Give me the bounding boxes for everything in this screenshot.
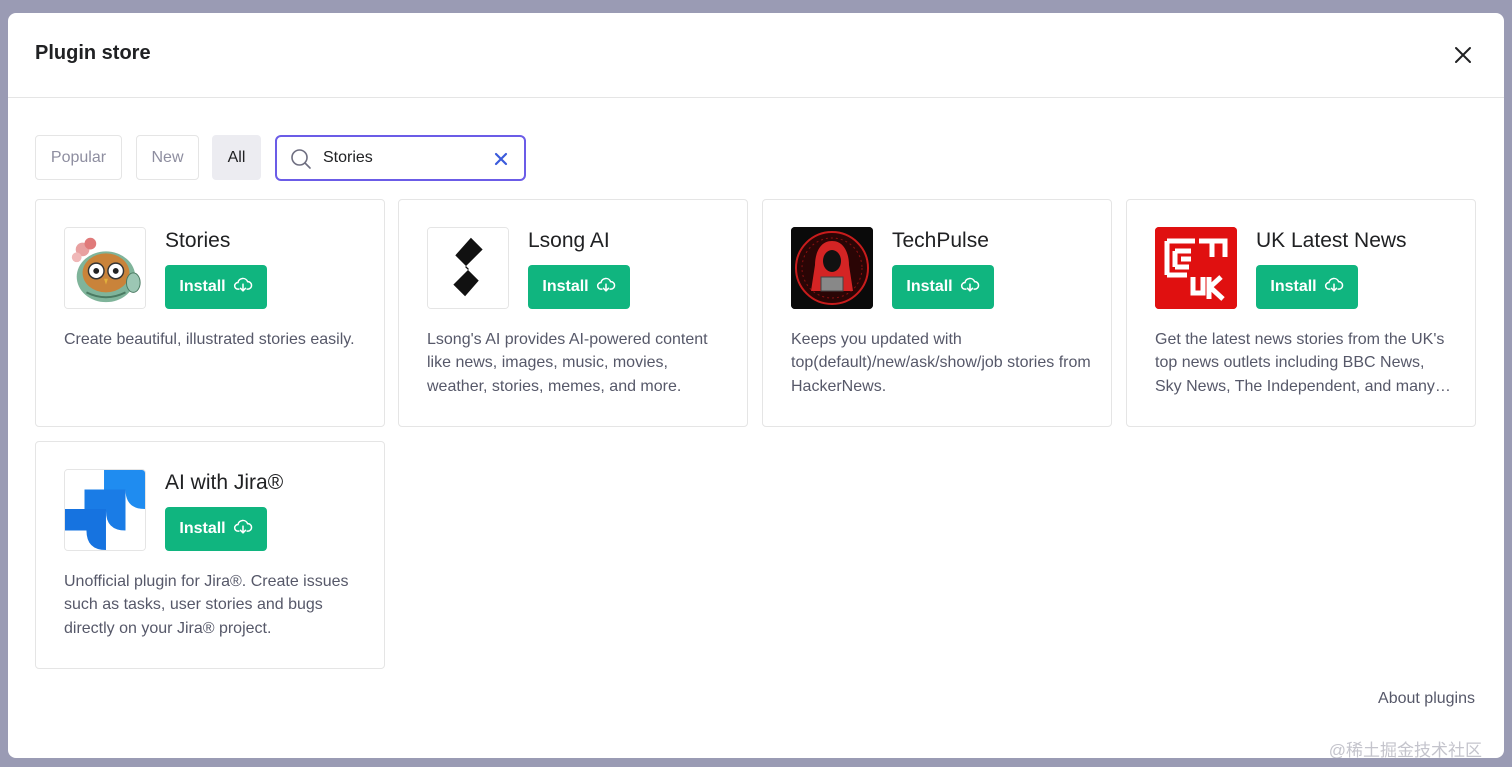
plugin-description: Keeps you updated with top(default)/new/… <box>791 331 1091 395</box>
plugin-name: TechPulse <box>892 229 989 252</box>
cloud-download-icon <box>1324 275 1344 300</box>
clear-icon[interactable] <box>494 152 508 166</box>
install-label: Install <box>906 278 953 295</box>
filter-new-button[interactable]: New <box>136 135 199 180</box>
install-button[interactable]: Install <box>528 265 630 309</box>
plugin-card: UK Latest News Install Get the latest ne… <box>1126 199 1476 427</box>
jira-logo <box>64 469 146 551</box>
plugin-store-modal: Plugin store Popular New All Stories Sto… <box>8 13 1504 758</box>
plugin-card: AI with Jira® Install Unofficial plugin … <box>35 441 385 669</box>
close-icon[interactable] <box>1452 44 1474 66</box>
install-label: Install <box>1270 278 1317 295</box>
cloud-download-icon <box>233 275 253 300</box>
search-input[interactable] <box>323 147 483 169</box>
uk-news-logo <box>1155 227 1237 309</box>
install-button[interactable]: Install <box>165 507 267 551</box>
plugin-description: Unofficial plugin for Jira®. Create issu… <box>64 573 349 637</box>
plugin-card: Stories Install Create beautiful, illust… <box>35 199 385 427</box>
about-plugins-link[interactable]: About plugins <box>1378 690 1475 708</box>
cloud-download-icon <box>233 517 253 542</box>
install-button[interactable]: Install <box>1256 265 1358 309</box>
filter-all-button[interactable]: All <box>212 135 261 180</box>
modal-header: Plugin store <box>8 13 1504 98</box>
install-label: Install <box>542 278 589 295</box>
filter-popular-button[interactable]: Popular <box>35 135 122 180</box>
modal-title: Plugin store <box>35 42 151 64</box>
install-label: Install <box>179 278 226 295</box>
install-button[interactable]: Install <box>165 265 267 309</box>
plugin-description: Get the latest news stories from the UK'… <box>1155 331 1445 395</box>
search-box <box>275 135 526 181</box>
plugin-name: AI with Jira® <box>165 471 284 494</box>
watermark: @稀土掘金技术社区 <box>1328 741 1482 758</box>
install-label: Install <box>179 520 226 537</box>
plugin-description: Create beautiful, illustrated stories ea… <box>64 331 355 348</box>
plugin-name: Stories <box>165 229 231 252</box>
cloud-download-icon <box>596 275 616 300</box>
plugin-name: UK Latest News <box>1256 229 1407 252</box>
cloud-download-icon <box>960 275 980 300</box>
search-icon <box>290 148 312 170</box>
lsong-s-logo <box>427 227 509 309</box>
hooded-hacker-logo <box>791 227 873 309</box>
plugin-card: TechPulse Install Keeps you updated with… <box>762 199 1112 427</box>
plugin-card: Lsong AI Install Lsong's AI provides AI-… <box>398 199 748 427</box>
plugin-description: Lsong's AI provides AI-powered content l… <box>427 331 708 395</box>
owl-illustration-logo <box>64 227 146 309</box>
install-button[interactable]: Install <box>892 265 994 309</box>
plugin-name: Lsong AI <box>528 229 610 252</box>
